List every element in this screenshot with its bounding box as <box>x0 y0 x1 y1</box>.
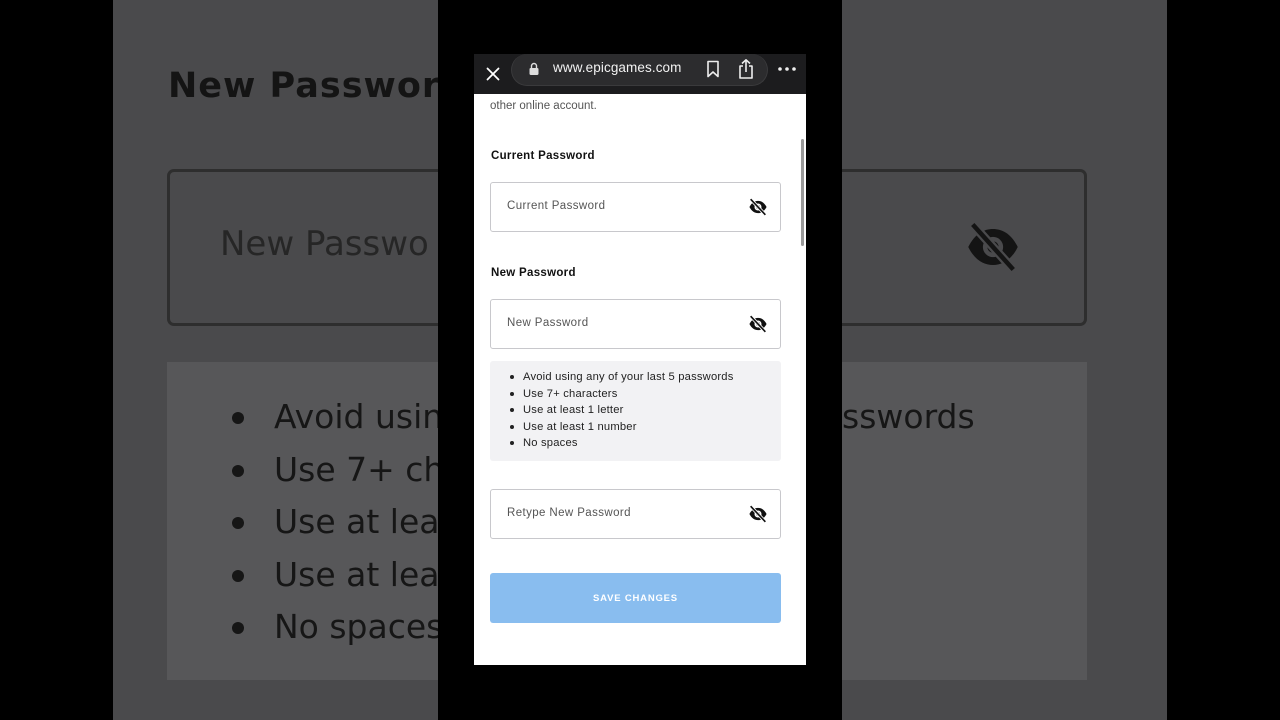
share-icon[interactable] <box>736 58 756 80</box>
background-bullet: Use at lea <box>226 496 438 549</box>
background-bullet: No spaces <box>226 601 438 654</box>
more-icon[interactable] <box>775 60 799 78</box>
close-button[interactable] <box>482 60 504 88</box>
background-right-panel: sswords <box>842 0 1167 720</box>
scrollbar[interactable] <box>801 139 804 246</box>
retype-password-field[interactable]: Retype New Password <box>490 489 781 539</box>
background-bullet: Use at lea <box>226 549 438 602</box>
eye-off-icon[interactable] <box>748 315 768 333</box>
current-password-placeholder: Current Password <box>507 200 606 212</box>
eye-off-icon <box>968 221 1018 273</box>
new-password-label: New Password <box>491 267 576 279</box>
background-field: New Passwo <box>167 169 438 326</box>
lock-icon <box>529 62 539 75</box>
requirement-item: Use 7+ characters <box>510 386 734 403</box>
eye-off-icon[interactable] <box>748 198 768 216</box>
eye-off-icon[interactable] <box>748 505 768 523</box>
url-text: www.epicgames.com <box>553 60 682 75</box>
background-bullet: Avoid usin <box>226 391 438 444</box>
requirement-item: Avoid using any of your last 5 passwords <box>510 369 734 386</box>
current-password-label: Current Password <box>491 150 595 162</box>
new-password-field[interactable]: New Password <box>490 299 781 349</box>
retype-password-placeholder: Retype New Password <box>507 507 631 519</box>
browser-toolbar: www.epicgames.com <box>474 54 806 94</box>
requirements-list: Avoid using any of your last 5 passwords… <box>510 369 734 452</box>
requirement-item: Use at least 1 letter <box>510 402 734 419</box>
background-field-placeholder: New Passwo <box>220 224 429 264</box>
background-left-panel: New Password New Passwo Avoid usin Use 7… <box>113 0 438 720</box>
background-bullets: Avoid usin Use 7+ ch Use at lea Use at l… <box>226 391 438 654</box>
page-content: other online account. Current Password C… <box>474 94 806 665</box>
background-text-right: sswords <box>842 397 975 436</box>
new-password-placeholder: New Password <box>507 317 589 329</box>
background-bullet: Use 7+ ch <box>226 444 438 497</box>
save-changes-button[interactable]: SAVE CHANGES <box>490 573 781 623</box>
address-bar[interactable]: www.epicgames.com <box>511 54 768 86</box>
requirement-item: Use at least 1 number <box>510 419 734 436</box>
save-changes-label: SAVE CHANGES <box>593 592 678 604</box>
requirement-item: No spaces <box>510 435 734 452</box>
current-password-field[interactable]: Current Password <box>490 182 781 232</box>
background-heading: New Password <box>168 66 438 106</box>
intro-text: other online account. <box>490 100 597 112</box>
bookmark-icon[interactable] <box>703 59 723 79</box>
password-requirements: Avoid using any of your last 5 passwords… <box>490 361 781 461</box>
background-field-right <box>842 169 1087 326</box>
close-icon <box>486 67 500 81</box>
phone-screen: www.epicgames.com other online account. … <box>474 54 806 665</box>
